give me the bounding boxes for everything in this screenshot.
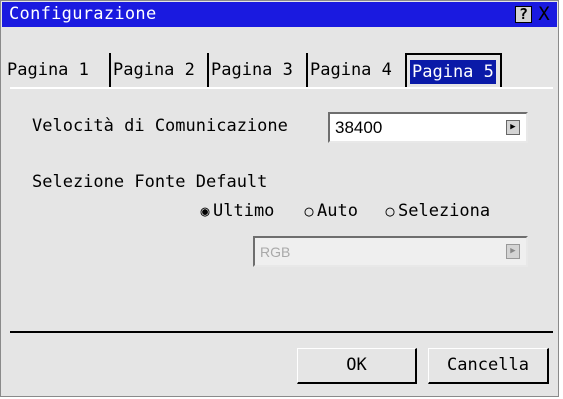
- radio-unchecked-icon: ○: [385, 202, 395, 220]
- dropdown-arrow-icon[interactable]: ▶: [506, 120, 520, 135]
- ok-button[interactable]: OK: [297, 348, 417, 384]
- title-bar: Configurazione ? X: [2, 2, 557, 27]
- source-value: RGB: [260, 244, 291, 260]
- tab-label: Pagina 3: [211, 60, 293, 80]
- tab-pagina-5[interactable]: Pagina 5: [405, 53, 502, 89]
- radio-ultimo[interactable]: ◉ Ultimo: [197, 200, 274, 222]
- tab-pagina-3[interactable]: Pagina 3: [209, 53, 308, 88]
- dropdown-arrow-icon: ▶: [506, 244, 520, 259]
- tab-pagina-1[interactable]: Pagina 1: [5, 53, 111, 88]
- radio-unchecked-icon: ○: [304, 202, 314, 220]
- radio-label: Seleziona: [398, 201, 491, 221]
- default-source-label: Selezione Fonte Default: [32, 172, 268, 192]
- tab-label: Pagina 5: [410, 60, 496, 84]
- tab-pagina-4[interactable]: Pagina 4: [308, 53, 405, 88]
- comm-speed-value: 38400: [335, 118, 383, 137]
- cancel-button[interactable]: Cancella: [428, 348, 549, 384]
- radio-checked-icon: ◉: [200, 202, 210, 220]
- window-title: Configurazione: [9, 4, 157, 24]
- config-dialog: Configurazione ? X Pagina 1 Pagina 2 Pag…: [0, 0, 559, 397]
- radio-label: Auto: [317, 201, 358, 221]
- tab-label: Pagina 2: [113, 60, 195, 80]
- radio-label: Ultimo: [213, 201, 275, 221]
- tab-label: Pagina 1: [7, 60, 89, 80]
- help-icon[interactable]: ?: [515, 6, 532, 23]
- close-icon[interactable]: X: [535, 5, 553, 24]
- radio-seleziona[interactable]: ○ Seleziona: [382, 200, 490, 222]
- tab-pagina-2[interactable]: Pagina 2: [111, 53, 209, 88]
- source-select: RGB ▶: [253, 236, 528, 267]
- radio-auto[interactable]: ○ Auto: [301, 200, 358, 222]
- comm-speed-select[interactable]: 38400 ▶: [328, 112, 528, 143]
- tab-label: Pagina 4: [310, 60, 392, 80]
- comm-speed-label: Velocità di Comunicazione: [32, 116, 288, 136]
